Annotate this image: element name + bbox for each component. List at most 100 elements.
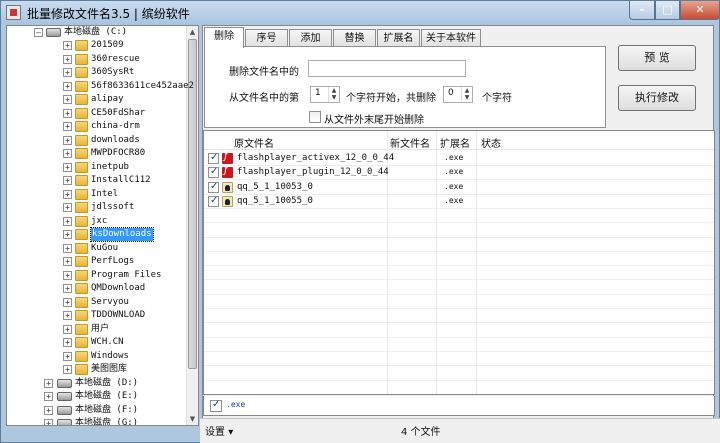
folder-icon: [75, 351, 88, 362]
expand-icon[interactable]: +: [63, 55, 72, 64]
folder-icon: [75, 108, 88, 119]
tab-add[interactable]: 添加: [289, 29, 332, 47]
row-checkbox[interactable]: [208, 152, 219, 164]
stepper-arrows-icon[interactable]: ▲ ▼: [328, 87, 339, 102]
folder-icon: [75, 324, 88, 335]
tab-delete[interactable]: 删除: [204, 27, 244, 48]
collapse-icon[interactable]: –: [34, 28, 43, 37]
tree-item-label: 56f8633611ce452aae2: [91, 81, 194, 91]
maximize-button[interactable]: □: [655, 1, 680, 20]
preview-button[interactable]: 预 览: [618, 45, 696, 71]
table-row[interactable]: qq_5_1_10055_0 .exe: [204, 195, 714, 209]
qq-icon: [222, 196, 233, 207]
expand-icon[interactable]: +: [44, 392, 53, 401]
folder-icon: [75, 54, 88, 65]
row-checkbox[interactable]: [208, 195, 219, 207]
expand-icon[interactable]: +: [63, 257, 72, 266]
folder-icon: [75, 67, 88, 78]
tree-item-label: Program Files: [91, 270, 162, 280]
spin-down-icon[interactable]: ▼: [465, 94, 470, 101]
spin-down-icon[interactable]: ▼: [332, 94, 337, 101]
folder-icon: [75, 175, 88, 186]
expand-icon[interactable]: +: [63, 284, 72, 293]
from-end-checkbox[interactable]: [309, 111, 321, 123]
start-position-stepper[interactable]: 1 ▲ ▼: [310, 86, 340, 103]
expand-icon[interactable]: +: [63, 190, 72, 199]
app-icon: [6, 5, 21, 20]
tree-item-label: inetpub: [91, 162, 129, 172]
minimize-button[interactable]: –: [629, 1, 655, 20]
drive-icon: [57, 406, 72, 415]
tab-replace[interactable]: 替换: [333, 29, 376, 47]
filter-ext-label: .exe: [226, 400, 246, 409]
tree-item-label: InstallC112: [91, 175, 151, 185]
file-count: 4 个文件: [401, 427, 441, 438]
expand-icon[interactable]: +: [63, 271, 72, 280]
count-suffix-label: 个字符: [482, 93, 512, 104]
expand-icon[interactable]: +: [63, 325, 72, 334]
expand-icon[interactable]: +: [44, 379, 53, 388]
table-row[interactable]: qq_5_1_10053_0 .exe: [204, 181, 714, 195]
settings-menu[interactable]: 设置 ▾: [205, 423, 233, 438]
expand-icon[interactable]: +: [63, 244, 72, 253]
status-bar: 设置 ▾ 4 个文件: [200, 418, 720, 443]
tree-item-label: 360rescue: [91, 54, 140, 64]
scroll-up-icon[interactable]: ▲: [187, 26, 198, 38]
expand-icon[interactable]: +: [63, 365, 72, 374]
header-status[interactable]: 状态: [481, 135, 501, 150]
row-gridline: [204, 294, 714, 295]
delete-count-stepper[interactable]: 0 ▲ ▼: [443, 86, 473, 103]
filter-ext-checkbox[interactable]: [210, 399, 222, 412]
header-new-name[interactable]: 新文件名: [390, 135, 430, 150]
expand-icon[interactable]: +: [44, 419, 53, 425]
expand-icon[interactable]: +: [63, 136, 72, 145]
folder-icon: [75, 81, 88, 92]
expand-icon[interactable]: +: [63, 82, 72, 91]
expand-icon[interactable]: +: [63, 217, 72, 226]
scroll-down-icon[interactable]: ▼: [187, 413, 198, 425]
expand-icon[interactable]: +: [44, 406, 53, 415]
delete-text-input[interactable]: [308, 60, 466, 77]
close-button[interactable]: ✕: [680, 1, 720, 20]
folder-tree[interactable]: – 本地磁盘 (C:) ▲ ▼ +201509 +360rescue +360Sys…: [6, 25, 199, 426]
spin-up-icon[interactable]: ▲: [465, 87, 470, 94]
expand-icon[interactable]: +: [63, 68, 72, 77]
table-row[interactable]: flashplayer_plugin_12_0_0_44 .exe: [204, 165, 714, 180]
file-table[interactable]: 原文件名 新文件名 扩展名 状态 flashplayer_activex_12_…: [203, 130, 715, 395]
expand-icon[interactable]: +: [63, 230, 72, 239]
tree-item-label: 本地磁盘 (G:): [75, 418, 139, 426]
expand-icon[interactable]: +: [63, 109, 72, 118]
header-extension[interactable]: 扩展名: [440, 135, 470, 150]
qq-icon: [222, 182, 233, 193]
spin-up-icon[interactable]: ▲: [332, 87, 337, 94]
table-row[interactable]: flashplayer_activex_12_0_0_44 .exe: [204, 151, 714, 166]
tab-extension[interactable]: 扩展名: [377, 29, 420, 47]
file-name: flashplayer_activex_12_0_0_44: [237, 153, 395, 163]
row-checkbox[interactable]: [208, 166, 219, 178]
expand-icon[interactable]: +: [63, 352, 72, 361]
row-checkbox[interactable]: [208, 181, 219, 193]
expand-icon[interactable]: +: [63, 163, 72, 172]
expand-icon[interactable]: +: [63, 122, 72, 131]
tab-about[interactable]: 关于本软件: [421, 29, 481, 47]
expand-icon[interactable]: +: [63, 95, 72, 104]
tree-item-label: 360SysRt: [91, 67, 135, 77]
expand-icon[interactable]: +: [63, 298, 72, 307]
folder-icon: [75, 337, 88, 348]
tree-item-label: WCH.CN: [91, 337, 124, 347]
expand-icon[interactable]: +: [63, 149, 72, 158]
execute-button[interactable]: 执行修改: [618, 85, 696, 111]
tab-sequence[interactable]: 序号: [245, 29, 288, 47]
expand-icon[interactable]: +: [63, 311, 72, 320]
expand-icon[interactable]: +: [63, 176, 72, 185]
expand-icon[interactable]: +: [63, 203, 72, 212]
folder-icon: [75, 148, 88, 159]
drive-icon: [57, 419, 72, 425]
stepper-arrows-icon[interactable]: ▲ ▼: [461, 87, 472, 102]
tree-item-label: 用户: [91, 324, 110, 334]
delete-in-name-label: 删除文件名中的: [229, 67, 299, 78]
header-original-name[interactable]: 原文件名: [234, 135, 274, 150]
expand-icon[interactable]: +: [63, 338, 72, 347]
file-extension: .exe: [444, 196, 464, 205]
expand-icon[interactable]: +: [63, 41, 72, 50]
